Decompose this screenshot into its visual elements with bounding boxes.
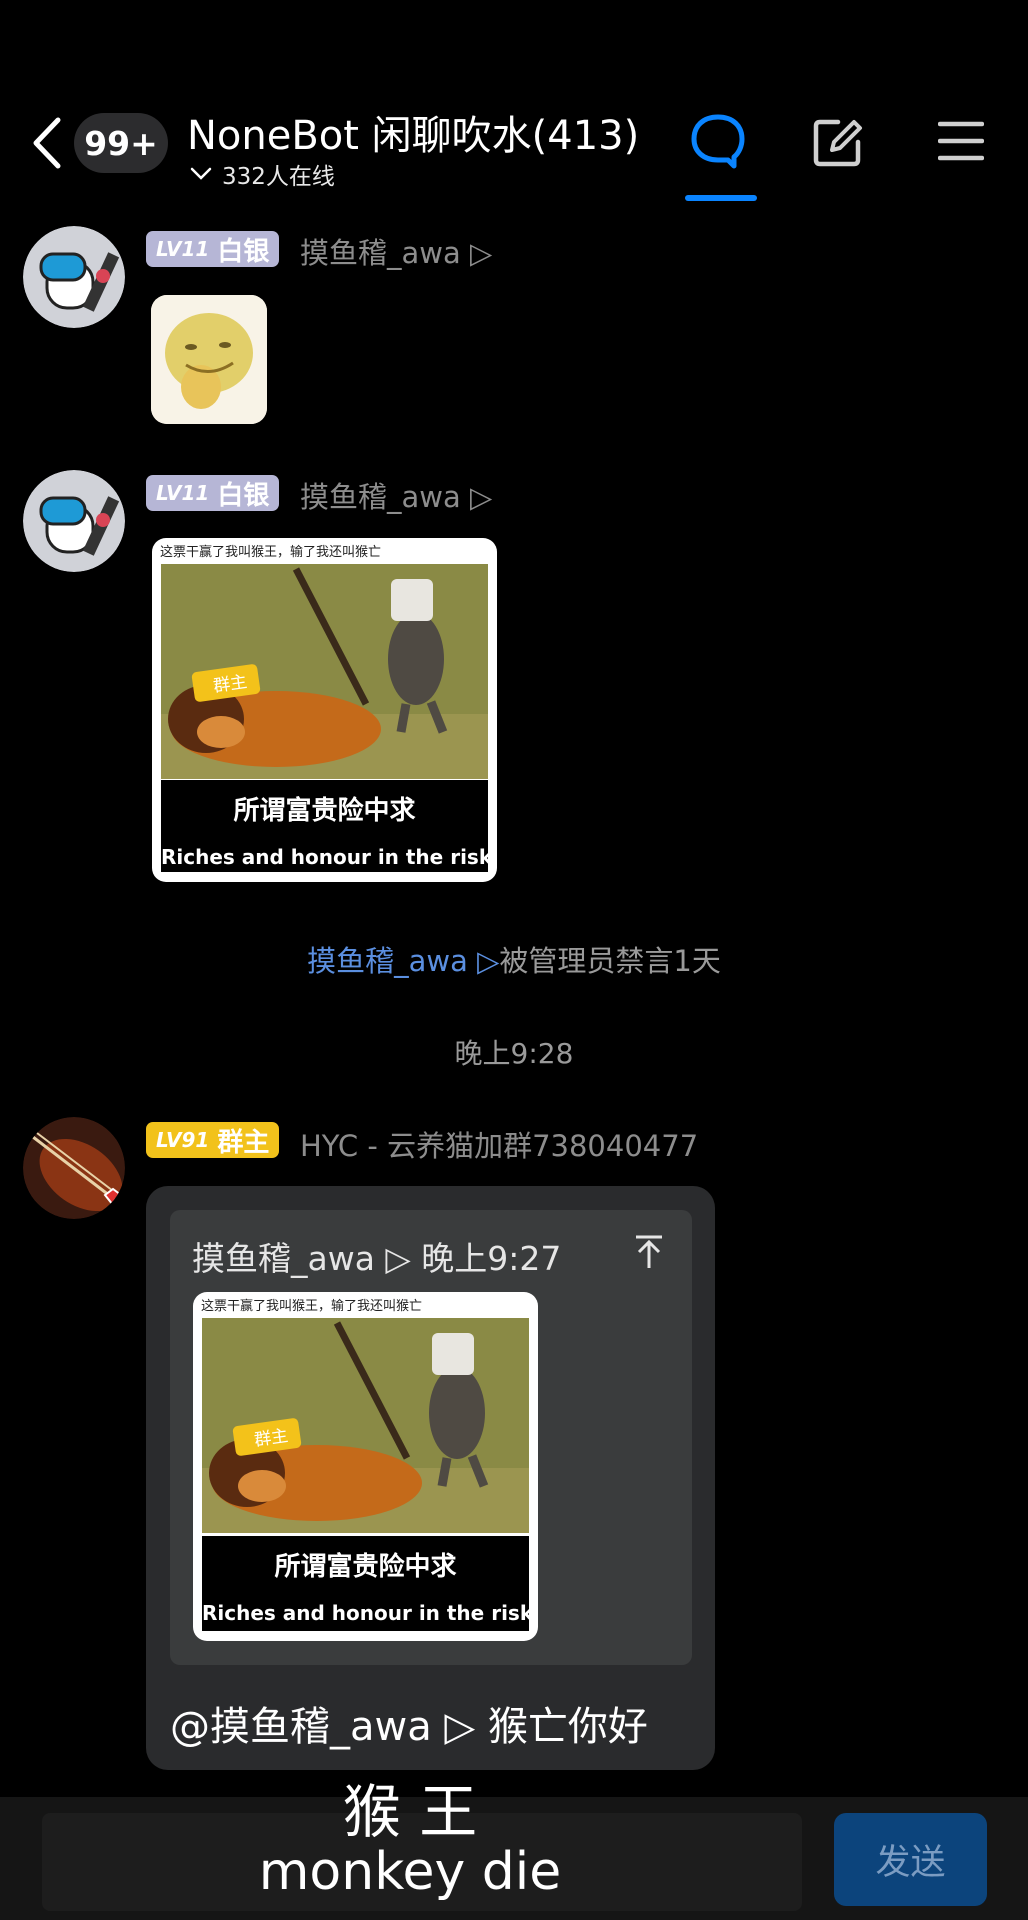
back-arrow-icon[interactable]	[30, 116, 64, 170]
notice-text: 被管理员禁言1天	[499, 944, 721, 978]
meme-en-caption: Riches and honour in the risk	[161, 845, 493, 869]
reply-text: @摸鱼稽_awa ▷ 猴亡你好	[170, 1704, 648, 1750]
member-level-badge: LV11 白银	[146, 475, 280, 511]
avatar[interactable]	[23, 470, 125, 572]
meme-caption-panel: 所谓富贵险中求 Riches and honour in the risk	[161, 780, 493, 872]
member-level-badge: LV91 群主	[146, 1122, 280, 1158]
sender-name[interactable]: 摸鱼稽_awa ▷	[300, 230, 492, 272]
sticker-image[interactable]	[151, 295, 267, 424]
video-subtitle: 猴 王	[342, 1778, 478, 1846]
jump-to-original-icon[interactable]	[634, 1234, 664, 1270]
group-title[interactable]: NoneBot 闲聊吹水(413)	[187, 103, 639, 161]
level-label: LV91	[156, 1128, 210, 1152]
level-label: LV11	[156, 237, 210, 261]
timestamp: 晚上9:28	[454, 1037, 574, 1070]
sender-name[interactable]: 摸鱼稽_awa ▷	[300, 474, 492, 516]
title-label: 群主	[217, 1127, 270, 1158]
menu-icon[interactable]	[938, 120, 984, 162]
edit-icon[interactable]	[812, 116, 864, 168]
system-notice: 摸鱼稽_awa ▷被管理员禁言1天	[0, 938, 1028, 980]
chat-bubble-icon[interactable]	[688, 111, 748, 171]
active-tab-indicator	[685, 195, 757, 201]
meme-top-caption: 这票干赢了我叫猴王，输了我还叫猴亡	[160, 545, 382, 560]
avatar[interactable]	[23, 1117, 125, 1219]
chevron-down-icon	[190, 167, 212, 180]
meme-zh-caption: 所谓富贵险中求	[274, 1552, 457, 1582]
online-count: 332人在线	[222, 164, 335, 190]
sender-name[interactable]: HYC - 云养猫加群738040477	[300, 1123, 698, 1165]
unread-count-badge[interactable]: 99+	[74, 113, 168, 173]
quoted-message-header: 摸鱼稽_awa ▷ 晚上9:27	[192, 1239, 562, 1278]
send-button[interactable]: 发送	[834, 1813, 987, 1906]
level-label: LV11	[156, 481, 210, 505]
muted-user-link[interactable]: 摸鱼稽_awa ▷	[307, 944, 499, 978]
video-subtitle: monkey die	[258, 1842, 562, 1902]
online-status[interactable]: 332人在线	[190, 157, 335, 191]
meme-zh-caption: 所谓富贵险中求	[233, 796, 416, 826]
meme-en-caption: Riches and honour in the risk	[202, 1601, 534, 1625]
title-label: 白银	[217, 236, 270, 267]
meme-top-caption: 这票干赢了我叫猴王，输了我还叫猴亡	[201, 1299, 423, 1314]
quoted-meme-image[interactable]: 这票干赢了我叫猴王，输了我还叫猴亡 群主 所谓富贵险中求 Riches and …	[193, 1292, 538, 1641]
title-label: 白银	[217, 480, 270, 511]
member-level-badge: LV11 白银	[146, 231, 280, 267]
monkey-lion-illustration: 群主	[202, 1318, 529, 1533]
meme-caption-panel: 所谓富贵险中求 Riches and honour in the risk	[202, 1536, 534, 1631]
avatar[interactable]	[23, 226, 125, 328]
monkey-lion-illustration: 群主	[161, 564, 488, 779]
meme-image[interactable]: 这票干赢了我叫猴王，输了我还叫猴亡 群主 所谓富贵险中求 Riches and …	[152, 538, 497, 882]
